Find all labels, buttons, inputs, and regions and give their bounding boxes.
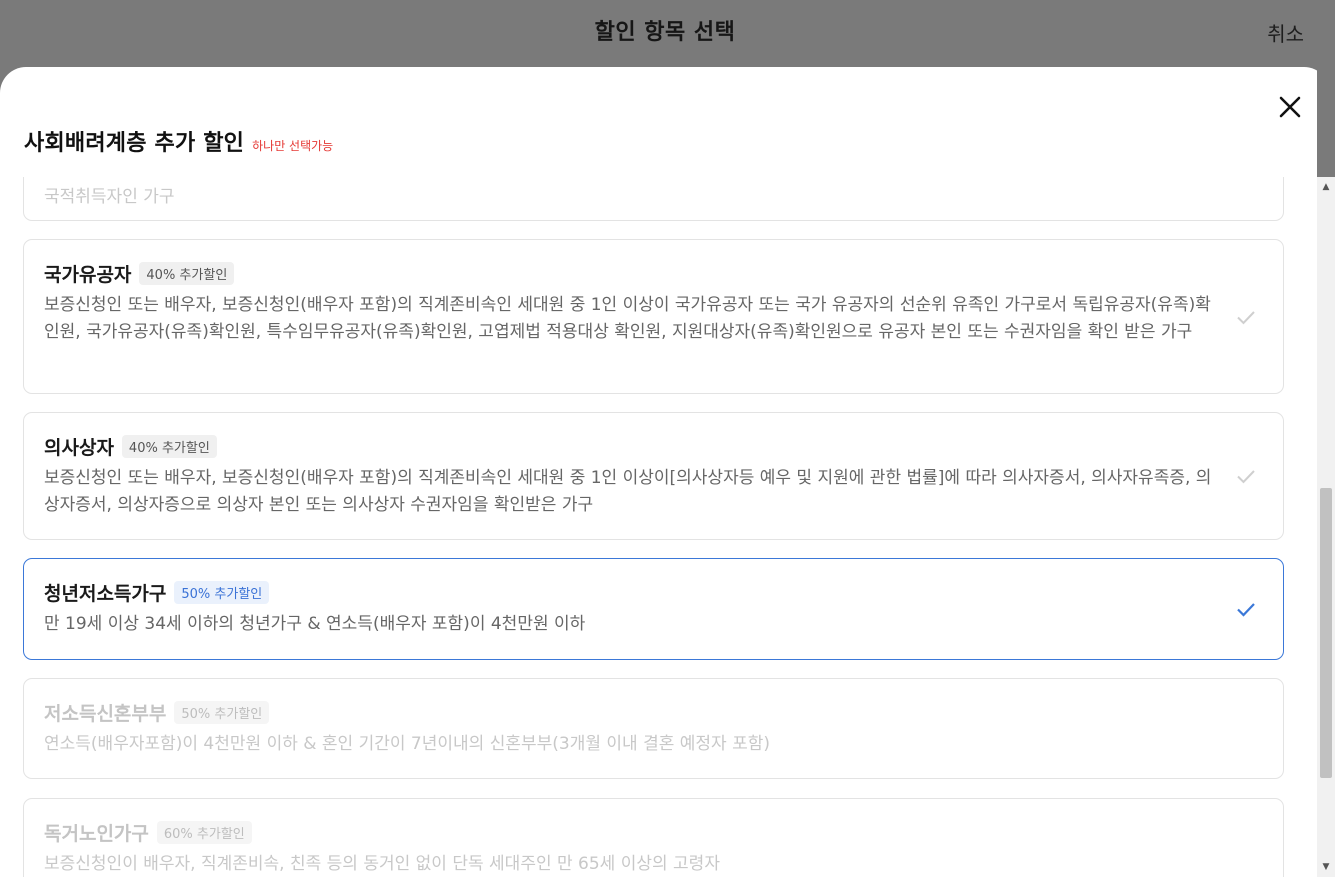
- option-desc: 보증신청인 또는 배우자, 보증신청인(배우자 포함)의 직계존비속인 세대원 …: [44, 468, 1212, 515]
- scrollbar-thumb[interactable]: [1320, 488, 1332, 778]
- page-title: 할인 항목 선택: [594, 20, 736, 45]
- discount-modal: 사회배려계층 추가 할인 하나만 선택가능 국적취득자인 가구 국가유공자 40…: [0, 67, 1330, 877]
- close-icon: [1279, 96, 1301, 118]
- modal-header: 사회배려계층 추가 할인 하나만 선택가능: [24, 125, 333, 157]
- check-icon: [1233, 596, 1259, 622]
- discount-badge: 60% 추가할인: [156, 820, 252, 844]
- page-header: 할인 항목 선택 취소: [0, 0, 1335, 66]
- discount-badge: 50% 추가할인: [174, 580, 270, 604]
- option-card-naturalized[interactable]: 국적취득자인 가구: [23, 177, 1284, 221]
- option-card-elderly-alone[interactable]: 독거노인가구 60% 추가할인 보증신청인이 배우자, 직계존비속, 친족 등의…: [23, 798, 1284, 877]
- option-desc: 보증신청인이 배우자, 직계존비속, 친족 등의 동거인 없이 단독 세대주인 …: [44, 854, 720, 874]
- option-name: 독거노인가구: [44, 822, 149, 845]
- discount-badge: 50% 추가할인: [174, 700, 270, 724]
- option-desc: 보증신청인 또는 배우자, 보증신청인(배우자 포함)의 직계존비속인 세대원 …: [44, 295, 1211, 342]
- option-desc: 만 19세 이상 34세 이하의 청년가구 & 연소득(배우자 포함)이 4천만…: [44, 614, 586, 634]
- option-desc: 연소득(배우자포함)이 4천만원 이하 & 혼인 기간이 7년이내의 신혼부부(…: [44, 734, 770, 754]
- scrollbar-track-top: [1317, 67, 1335, 177]
- close-button[interactable]: [1276, 93, 1304, 121]
- scroll-down-arrow-icon[interactable]: ▼: [1317, 859, 1335, 875]
- discount-option-list[interactable]: 국적취득자인 가구 국가유공자 40% 추가할인 보증신청인 또는 배우자, 보…: [0, 177, 1330, 877]
- discount-badge: 40% 추가할인: [121, 434, 217, 458]
- check-icon: [1233, 463, 1259, 489]
- cancel-button[interactable]: 취소: [1267, 18, 1304, 47]
- option-card-newlywed[interactable]: 저소득신혼부부 50% 추가할인 연소득(배우자포함)이 4천만원 이하 & 혼…: [23, 678, 1284, 779]
- option-name: 국가유공자: [44, 263, 132, 286]
- scrollbar[interactable]: ▲ ▼: [1317, 67, 1335, 877]
- option-card-righteous[interactable]: 의사상자 40% 추가할인 보증신청인 또는 배우자, 보증신청인(배우자 포함…: [23, 412, 1284, 540]
- option-name: 의사상자: [44, 436, 114, 459]
- selection-hint: 하나만 선택가능: [252, 139, 334, 153]
- option-name: 저소득신혼부부: [44, 702, 167, 725]
- check-icon: [1233, 304, 1259, 330]
- option-card-youth-low-income[interactable]: 청년저소득가구 50% 추가할인 만 19세 이상 34세 이하의 청년가구 &…: [23, 558, 1284, 660]
- scroll-up-arrow-icon[interactable]: ▲: [1317, 179, 1335, 195]
- modal-title: 사회배려계층 추가 할인: [24, 131, 245, 156]
- option-desc: 국적취득자인 가구: [44, 187, 175, 207]
- discount-badge: 40% 추가할인: [139, 261, 235, 285]
- option-name: 청년저소득가구: [44, 582, 167, 605]
- option-card-national-merit[interactable]: 국가유공자 40% 추가할인 보증신청인 또는 배우자, 보증신청인(배우자 포…: [23, 239, 1284, 394]
